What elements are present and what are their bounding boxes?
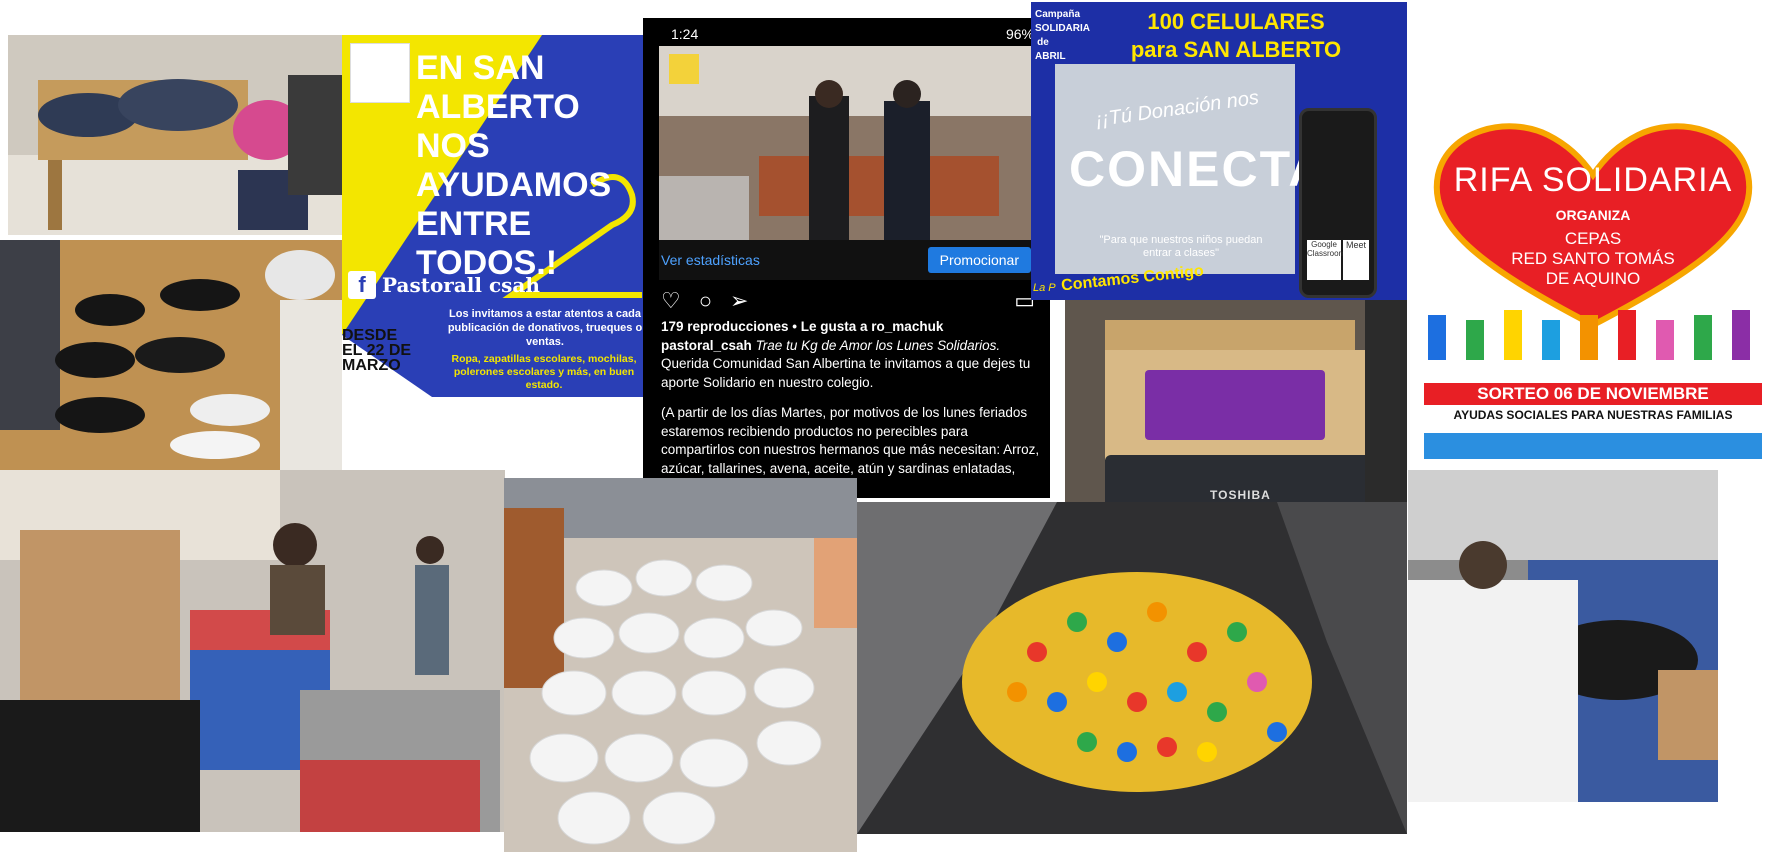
laptop-brand: TOSHIBA [1210,488,1271,502]
poster-100-celulares: Campaña SOLIDARIA de ABRIL 100 CELULARES… [1031,2,1407,300]
poster-ayudamos: EN SAN ALBERTO NOS AYUDAMOS ENTRE TODOS.… [342,35,660,397]
rifa-org-line-1: CEPAS [1564,229,1622,248]
status-battery: 96% [1005,26,1034,42]
poster-title: EN SAN ALBERTO NOS AYUDAMOS ENTRE TODOS.… [416,49,612,282]
campaign-conecta: CONECTA [1069,141,1327,197]
post-author[interactable]: pastoral_csah [661,338,752,353]
photo-container-recycling [1408,470,1718,802]
rifa-org-line-3: DE AQUINO [1545,269,1641,288]
school-logos-strip [1424,433,1762,459]
post-actions: ♡ ○ ➢ ▭ [661,288,1035,314]
view-stats-link[interactable]: Ver estadísticas [659,252,760,268]
facebook-handle: Pastorall csah [382,273,540,297]
caption-title: Trae tu Kg de Amor los Lunes Solidarios. [755,337,1001,353]
poster-rifa-solidaria: RIFA SOLIDARIA ORGANIZA CEPAS RED SANTO … [1418,115,1768,470]
photo-shoes-on-desk [0,240,342,470]
campaign-title: 100 CELULARES para SAN ALBERTO [1130,9,1342,62]
rifa-org-line-2: RED SANTO TOMÁS [1511,249,1675,268]
comment-icon[interactable]: ○ [699,288,712,314]
campaign-vertical-text: Campaña SOLIDARIA de ABRIL [1035,9,1090,62]
heart-icon[interactable]: ♡ [661,288,681,314]
facebook-tag: f Pastorall csah [348,271,540,299]
campaign-quote: "Para que nuestros niños puedan entrar a… [1099,234,1263,259]
photo-supermarket-purchase [0,470,505,832]
post-caption: 179 reproducciones • Le gusta a ro_machu… [661,318,1041,497]
phone-status-bar: 1:24 96% [671,26,1034,42]
rifa-title: RIFA SOLIDARIA [1453,161,1733,199]
rifa-sorteo-date: SORTEO 06 DE NOVIEMBRE [1424,383,1762,405]
rifa-organizers: CEPAS RED SANTO TOMÁS DE AQUINO [1418,229,1768,289]
photo-clothes-on-desk [8,35,342,235]
poster-items-text: Ropa, zapatillas escolares, mochilas, po… [451,353,637,391]
meet-icon: Meet [1343,240,1369,280]
poster-invite-text: Los invitamos a estar atentos a cada pub… [447,308,643,348]
rifa-organiza: ORGANIZA [1555,207,1631,223]
school-logo [350,43,410,103]
status-time: 1:24 [671,26,699,42]
google-classroom-icon: Google Classroom [1307,240,1345,280]
promote-button[interactable]: Promocionar [927,247,1031,273]
facebook-icon: f [348,271,376,299]
share-icon[interactable]: ➢ [730,288,748,314]
instagram-post-screenshot: 1:24 96% Ver estadísticas Promocionar ♡ … [643,18,1050,498]
campaign-bottom-fragment: La P [1033,282,1056,294]
post-stats-row: Ver estadísticas Promocionar [659,240,1037,280]
post-video-frame [659,46,1037,240]
photo-bottle-caps [857,502,1407,834]
post-likes: 179 reproducciones • Le gusta a ro_machu… [661,319,944,334]
photo-food-bags [504,478,857,852]
caption-body: Querida Comunidad San Albertina te invit… [661,356,1031,390]
poster-date: DESDE EL 22 DE MARZO [342,327,412,374]
rifa-ayudas: AYUDAS SOCIALES PARA NUESTRAS FAMILIAS [1453,408,1733,422]
